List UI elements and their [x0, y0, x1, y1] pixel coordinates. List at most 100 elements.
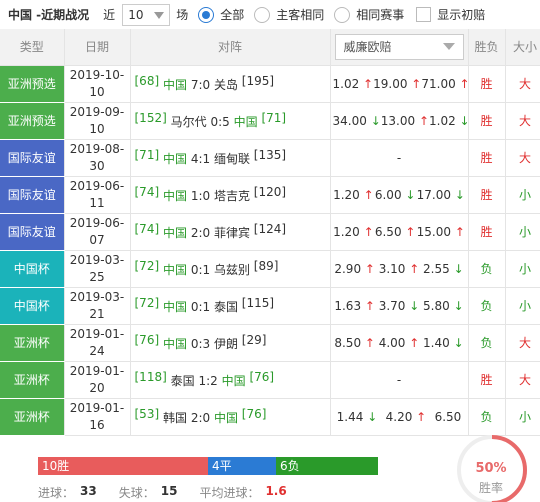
match-type[interactable]: 中国杯: [0, 287, 65, 325]
match-size: 小: [505, 213, 540, 251]
match-date: 2019-01- 16: [64, 398, 131, 436]
match-teams[interactable]: [74] 中国 2:0 菲律宾 [124]: [130, 213, 331, 251]
show-first-odds-label[interactable]: 显示初赔: [437, 6, 485, 23]
table-row[interactable]: 中国杯 2019-03- 21 [72] 中国 0:1 泰国 [115] 1.63 ↑ 3…: [0, 287, 540, 325]
table-row[interactable]: 国际友谊 2019-06- 07 [74] 中国 2:0 菲律宾 [124] 1.20 …: [0, 213, 540, 251]
home-team[interactable]: 中国: [163, 189, 187, 203]
away-team[interactable]: 伊朗: [214, 337, 238, 351]
match-teams[interactable]: [72] 中国 0:1 乌兹别 [89]: [130, 250, 331, 288]
match-odds: 34.00 ↓ 13.00 ↑ 1.02 ↓: [330, 102, 470, 140]
odds-trend-icon: ↓: [405, 187, 416, 202]
odds-value: 1.20 ↑: [333, 187, 374, 202]
home-team[interactable]: 中国: [163, 152, 187, 166]
radio-same-event[interactable]: [334, 6, 351, 23]
match-score[interactable]: 2:0: [191, 411, 210, 425]
draw-segment: 4平: [208, 457, 276, 475]
radio-same-venue[interactable]: [254, 6, 271, 23]
home-team[interactable]: 中国: [163, 300, 187, 314]
show-first-odds-checkbox[interactable]: [416, 7, 432, 22]
away-team[interactable]: 关岛: [214, 78, 238, 92]
match-score[interactable]: 1:2: [198, 374, 217, 388]
radio-same-event-label[interactable]: 相同赛事: [356, 6, 404, 23]
recent-label: 近: [103, 8, 116, 22]
match-score[interactable]: 0:1: [191, 263, 210, 277]
match-type[interactable]: 国际友谊: [0, 176, 65, 214]
radio-all[interactable]: [198, 6, 215, 23]
match-count-select[interactable]: 10: [122, 3, 171, 26]
away-team[interactable]: 泰国: [214, 300, 238, 314]
away-rank: [76]: [249, 370, 275, 384]
home-team[interactable]: 马尔代: [171, 115, 207, 129]
match-teams[interactable]: [72] 中国 0:1 泰国 [115]: [130, 287, 331, 325]
away-team[interactable]: 菲律宾: [214, 226, 250, 240]
match-score[interactable]: 0:5: [210, 115, 229, 129]
away-team[interactable]: 中国: [234, 115, 258, 129]
table-row[interactable]: 国际友谊 2019-06- 11 [74] 中国 1:0 塔吉克 [120] 1.20 …: [0, 176, 540, 214]
match-score[interactable]: 4:1: [191, 152, 210, 166]
table-row[interactable]: 亚洲杯 2019-01- 20 [118] 泰国 1:2 中国 [76] - 胜大: [0, 361, 540, 399]
radio-same-venue-label[interactable]: 主客相同: [276, 6, 324, 23]
match-type[interactable]: 亚洲杯: [0, 398, 65, 436]
match-teams[interactable]: [74] 中国 1:0 塔吉克 [120]: [130, 176, 331, 214]
odds-trend-icon: ↓: [454, 187, 465, 202]
odds-value: 2.55 ↓: [423, 261, 464, 276]
match-score[interactable]: 1:0: [191, 189, 210, 203]
goal-stats: 进球： 33 失球： 15 平均进球： 1.6: [38, 484, 309, 501]
lose-segment: 6负: [276, 457, 378, 475]
table-row[interactable]: 中国杯 2019-03- 25 [72] 中国 0:1 乌兹别 [89] 2.90 ↑ 3…: [0, 250, 540, 288]
table-row[interactable]: 国际友谊 2019-08- 30 [71] 中国 4:1 缅甸联 [135] - 胜大: [0, 139, 540, 177]
odds-company-select[interactable]: 威廉欧赔: [334, 33, 464, 60]
odds-company-value: 威廉欧赔: [343, 40, 392, 55]
home-rank: [76]: [134, 333, 160, 347]
match-odds: -: [330, 139, 469, 177]
home-team[interactable]: 泰国: [171, 374, 195, 388]
match-result: 胜: [468, 139, 506, 177]
match-date: 2019-03- 21: [64, 287, 131, 325]
home-team[interactable]: 中国: [163, 263, 187, 277]
match-teams[interactable]: [118] 泰国 1:2 中国 [76]: [130, 361, 331, 399]
table-row[interactable]: 亚洲杯 2019-01- 24 [76] 中国 0:3 伊朗 [29] 8.50 ↑ 4.…: [0, 324, 540, 362]
match-type[interactable]: 亚洲预选: [0, 65, 65, 103]
home-team[interactable]: 中国: [163, 78, 187, 92]
match-teams[interactable]: [68] 中国 7:0 关岛 [195]: [130, 65, 331, 103]
away-rank: [29]: [241, 333, 267, 347]
odds-value: 34.00 ↓: [332, 113, 381, 128]
match-type[interactable]: 亚洲杯: [0, 361, 65, 399]
match-odds: 1.20 ↑ 6.50 ↑ 15.00 ↑: [330, 213, 469, 251]
away-team[interactable]: 塔吉克: [214, 189, 250, 203]
match-size: 小: [505, 250, 540, 288]
col-odds: 威廉欧赔: [330, 29, 469, 66]
match-score[interactable]: 2:0: [191, 226, 210, 240]
match-teams[interactable]: [76] 中国 0:3 伊朗 [29]: [130, 324, 331, 362]
match-teams[interactable]: [71] 中国 4:1 缅甸联 [135]: [130, 139, 331, 177]
away-team[interactable]: 乌兹别: [214, 263, 250, 277]
away-team[interactable]: 缅甸联: [214, 152, 250, 166]
match-teams[interactable]: [152] 马尔代 0:5 中国 [71]: [130, 102, 331, 140]
odds-trend-icon: ↓: [453, 261, 464, 276]
match-type[interactable]: 亚洲杯: [0, 324, 65, 362]
away-team[interactable]: 中国: [214, 411, 238, 425]
match-score[interactable]: 7:0: [191, 78, 210, 92]
goals-against-label: 失球：: [118, 486, 155, 500]
match-result: 胜: [468, 65, 506, 103]
home-team[interactable]: 中国: [163, 226, 187, 240]
match-type[interactable]: 国际友谊: [0, 213, 65, 251]
match-type[interactable]: 亚洲预选: [0, 102, 65, 140]
match-type[interactable]: 国际友谊: [0, 139, 65, 177]
away-team[interactable]: 中国: [222, 374, 246, 388]
odds-value: 1.40 ↓: [423, 335, 464, 350]
radio-all-label[interactable]: 全部: [220, 6, 244, 23]
match-type[interactable]: 中国杯: [0, 250, 65, 288]
home-team[interactable]: 韩国: [163, 411, 187, 425]
match-teams[interactable]: [53] 韩国 2:0 中国 [76]: [130, 398, 331, 436]
match-count-value: 10: [128, 7, 144, 22]
table-row[interactable]: 亚洲预选 2019-09- 10 [152] 马尔代 0:5 中国 [71] 34.00…: [0, 102, 540, 140]
odds-trend-icon: ↑: [363, 224, 374, 239]
match-score[interactable]: 0:1: [191, 300, 210, 314]
odds-trend-icon: ↓: [453, 298, 464, 313]
odds-value: 6.00 ↓: [374, 187, 416, 202]
match-score[interactable]: 0:3: [191, 337, 210, 351]
table-row[interactable]: 亚洲预选 2019-10- 10 [68] 中国 7:0 关岛 [195] 1.02 ↑…: [0, 65, 540, 103]
away-rank: [195]: [241, 74, 275, 88]
home-team[interactable]: 中国: [163, 337, 187, 351]
